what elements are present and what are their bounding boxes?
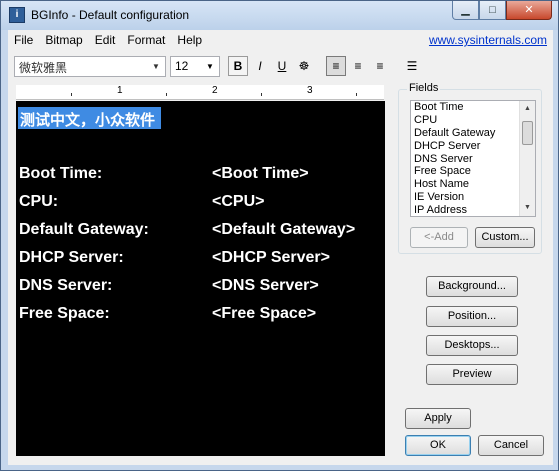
selected-heading-text: 测试中文，小众软件 [18, 107, 162, 129]
close-button[interactable]: ✕ [506, 1, 552, 20]
info-value: <DNS Server> [212, 277, 319, 294]
font-color-button[interactable]: ☸ [294, 56, 314, 76]
list-item[interactable]: Free Space [411, 165, 535, 178]
font-select[interactable]: 微软雅黑 ▼ [14, 56, 166, 77]
list-item[interactable]: IE Version [411, 191, 535, 204]
custom-field-button[interactable]: Custom... [475, 227, 535, 248]
add-field-button[interactable]: <-Add [410, 227, 468, 248]
bullets-button[interactable]: ☰ [402, 56, 422, 76]
ruler-number: 2 [212, 85, 218, 96]
info-label: CPU: [19, 193, 59, 210]
info-value: <Boot Time> [212, 165, 309, 182]
sysinternals-link[interactable]: www.sysinternals.com [429, 33, 547, 47]
list-item[interactable]: IP Address [411, 204, 535, 216]
cancel-button[interactable]: Cancel [478, 435, 544, 456]
menu-bitmap[interactable]: Bitmap [39, 33, 88, 47]
chevron-down-icon: ▼ [152, 62, 160, 71]
background-button[interactable]: Background... [426, 276, 518, 297]
list-item[interactable]: DHCP Server [411, 140, 535, 153]
bginfo-window: i BGInfo - Default configuration ▁ □ ✕ F… [0, 0, 559, 471]
maximize-button[interactable]: □ [479, 1, 506, 20]
position-button[interactable]: Position... [426, 306, 518, 327]
align-center-button[interactable]: ≡ [348, 56, 368, 76]
info-editor[interactable]: 测试中文，小众软件 Boot Time: <Boot Time> CPU: <C… [16, 101, 385, 456]
caption-buttons: ▁ □ ✕ [452, 1, 552, 21]
menu-format[interactable]: Format [121, 33, 171, 47]
menu-file[interactable]: File [8, 33, 39, 47]
list-item[interactable]: DNS Server [411, 153, 535, 166]
info-label: Boot Time: [19, 165, 103, 182]
align-left-button[interactable]: ≡ [326, 56, 346, 76]
ruler: 1 2 3 [16, 85, 384, 100]
ruler-number: 1 [117, 85, 123, 96]
app-icon: i [9, 7, 25, 23]
info-value: <CPU> [212, 193, 265, 210]
scroll-thumb[interactable] [522, 121, 533, 145]
list-item[interactable]: Boot Time [411, 101, 535, 114]
fields-listbox[interactable]: Boot Time CPU Default Gateway DHCP Serve… [410, 100, 536, 217]
ok-button[interactable]: OK [405, 435, 471, 456]
minimize-button[interactable]: ▁ [452, 1, 479, 20]
align-right-button[interactable]: ≡ [370, 56, 390, 76]
scroll-up-icon[interactable]: ▲ [520, 101, 535, 117]
italic-button[interactable]: I [250, 56, 270, 76]
font-select-value: 微软雅黑 [19, 61, 68, 75]
apply-button[interactable]: Apply [405, 408, 471, 429]
window-title: BGInfo - Default configuration [31, 8, 190, 22]
scroll-down-icon[interactable]: ▼ [520, 200, 535, 216]
font-size-select[interactable]: 12 ▼ [170, 56, 220, 77]
ruler-number: 3 [307, 85, 313, 96]
info-label: DNS Server: [19, 277, 113, 294]
desktops-button[interactable]: Desktops... [426, 335, 518, 356]
list-item[interactable]: Host Name [411, 178, 535, 191]
info-value: <Free Space> [212, 305, 317, 322]
info-label: Default Gateway: [19, 221, 149, 238]
list-item[interactable]: Default Gateway [411, 127, 535, 140]
bold-button[interactable]: B [228, 56, 248, 76]
menu-help[interactable]: Help [171, 33, 208, 47]
info-value: <DHCP Server> [212, 249, 330, 266]
menu-edit[interactable]: Edit [89, 33, 122, 47]
fields-label: Fields [407, 82, 441, 94]
list-item[interactable]: CPU [411, 114, 535, 127]
preview-button[interactable]: Preview [426, 364, 518, 385]
chevron-down-icon: ▼ [206, 62, 214, 71]
font-size-value: 12 [175, 59, 189, 73]
info-label: Free Space: [19, 305, 110, 322]
format-toolbar: 微软雅黑 ▼ 12 ▼ B I U ☸ ≡ ≡ ≡ ☰ [8, 52, 417, 80]
info-value: <Default Gateway> [212, 221, 356, 238]
info-label: DHCP Server: [19, 249, 124, 266]
fields-scrollbar[interactable]: ▲ ▼ [519, 101, 535, 216]
underline-button[interactable]: U [272, 56, 292, 76]
menu-bar: File Bitmap Edit Format Help www.sysinte… [8, 30, 553, 50]
client-area: File Bitmap Edit Format Help www.sysinte… [8, 30, 553, 465]
title-bar[interactable]: i BGInfo - Default configuration ▁ □ ✕ [1, 1, 558, 30]
